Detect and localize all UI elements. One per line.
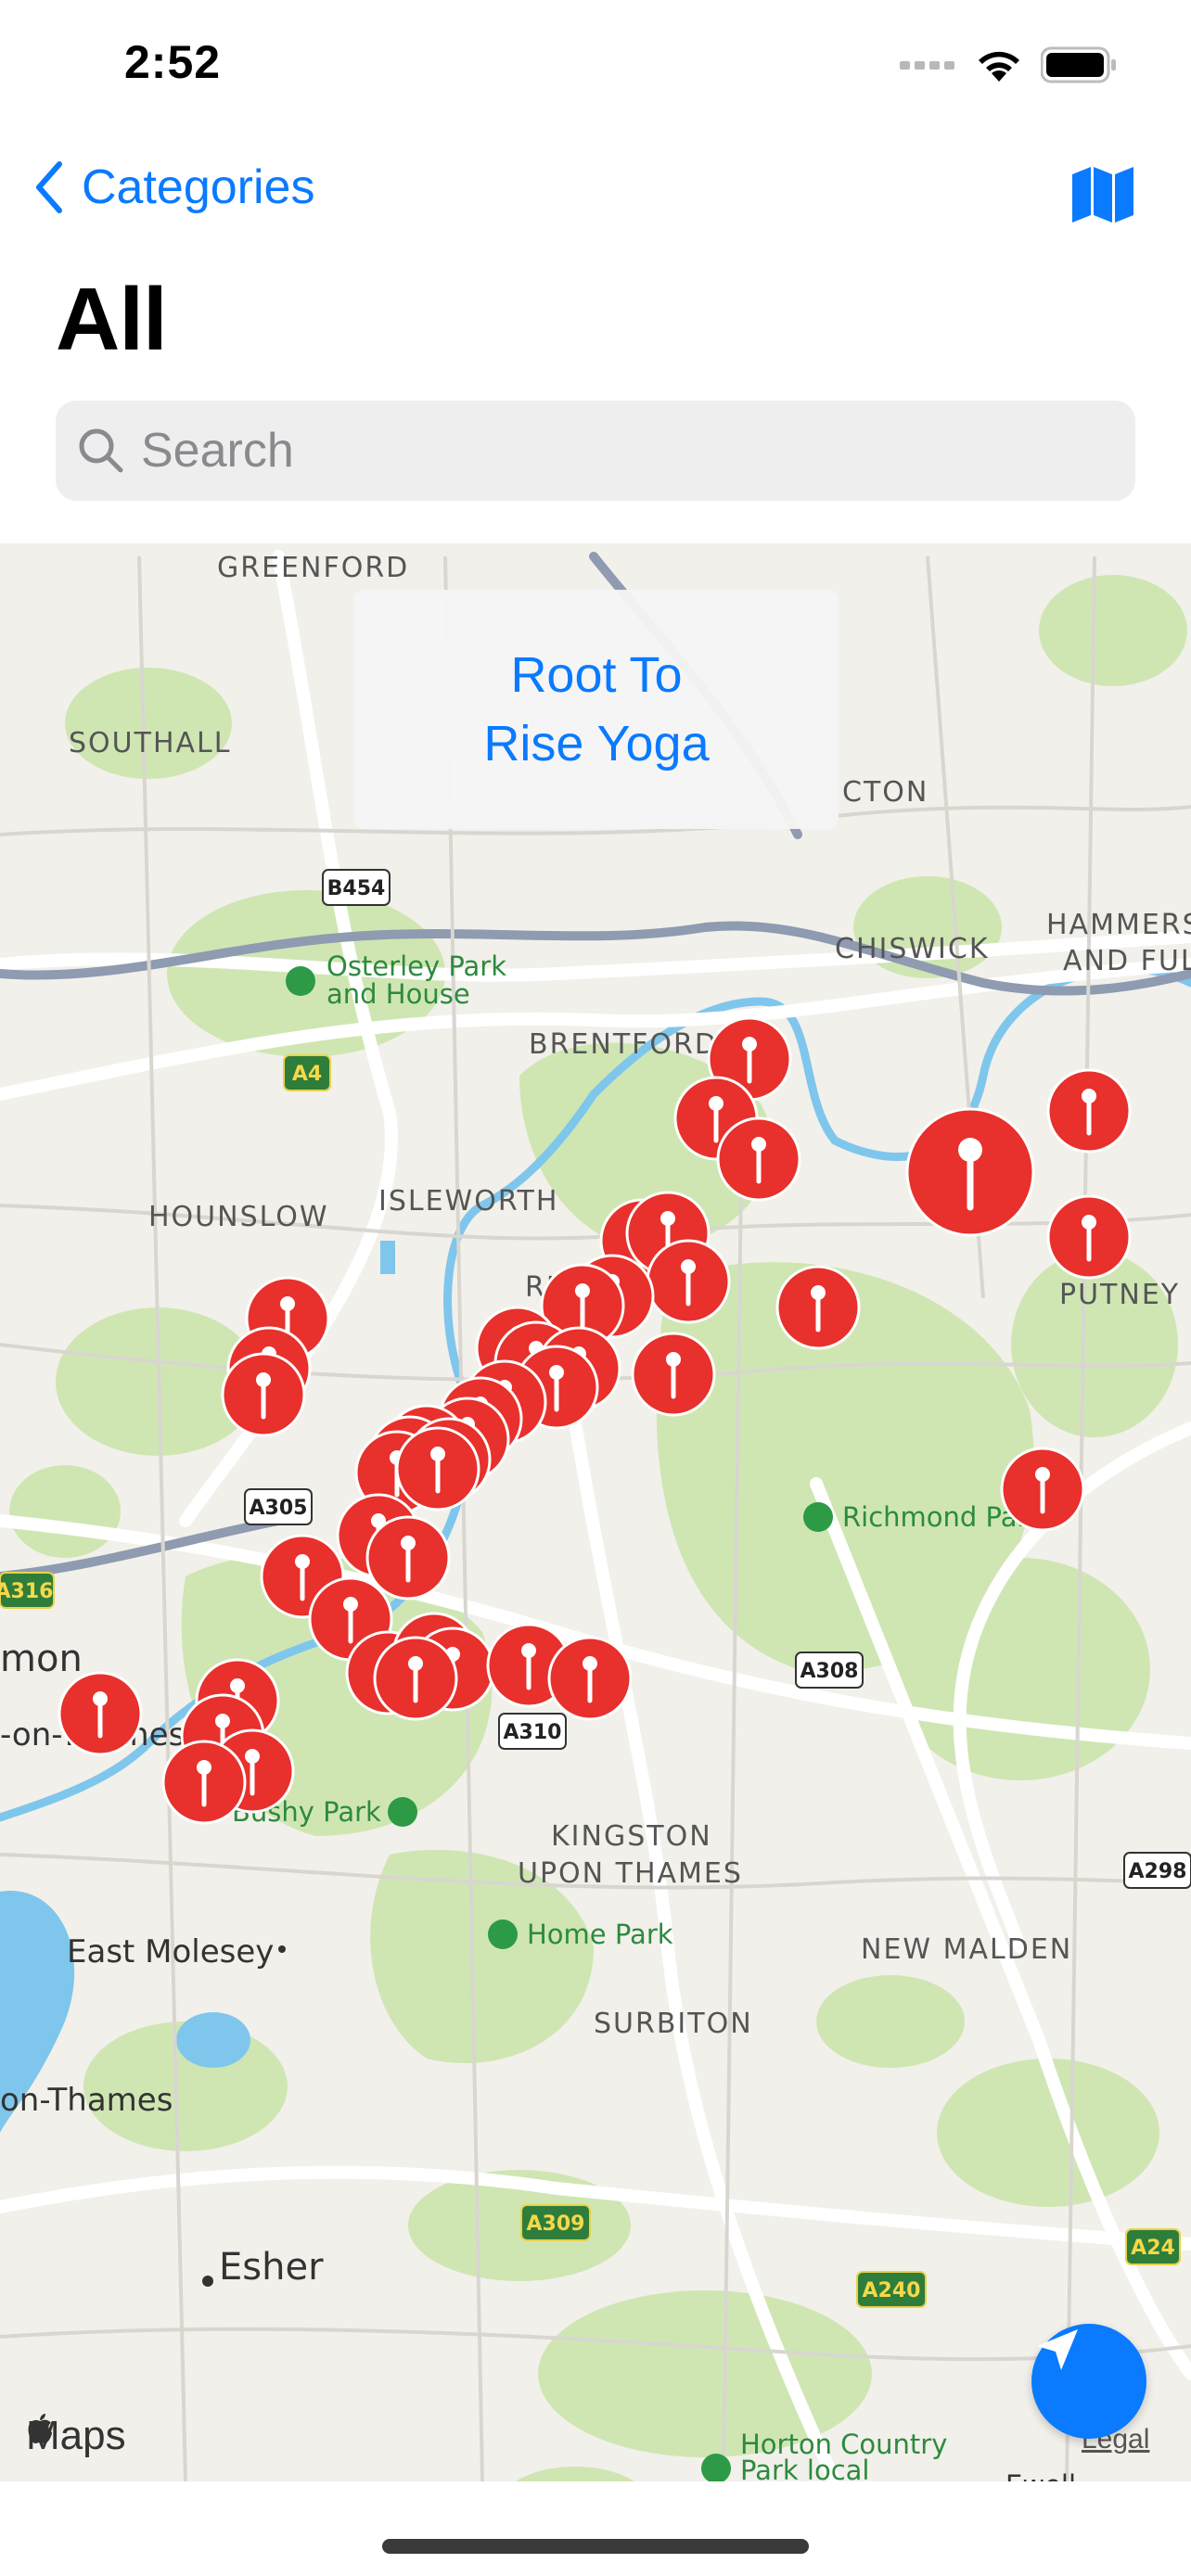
location-pin[interactable] xyxy=(775,1265,861,1350)
chevron-left-icon xyxy=(36,161,62,213)
callout-title-line2: Rise Yoga xyxy=(483,716,710,772)
map-label: and House xyxy=(327,978,470,1010)
callout-title-line1: Root To xyxy=(510,647,683,703)
battery-icon xyxy=(1041,46,1116,83)
map-label: PUTNEY xyxy=(1059,1279,1180,1311)
road-label: A4 xyxy=(292,1063,322,1086)
map-label: GREENFORD xyxy=(217,552,409,584)
map-label: KINGSTON xyxy=(551,1820,712,1853)
map-label: Home Park xyxy=(527,1919,673,1950)
map-label: mon xyxy=(0,1638,83,1680)
current-location-button[interactable] xyxy=(1031,2324,1146,2439)
road-label: A316 xyxy=(0,1580,53,1603)
map-icon[interactable] xyxy=(1070,165,1135,224)
map-label: HOUNSLOW xyxy=(148,1201,329,1233)
map-label: CTON xyxy=(842,776,928,809)
map-label: NEW MALDEN xyxy=(861,1933,1072,1966)
location-pin[interactable] xyxy=(365,1515,451,1600)
map-label: Park local xyxy=(740,2455,869,2481)
location-pin[interactable] xyxy=(161,1740,247,1825)
location-pin[interactable] xyxy=(221,1352,306,1437)
map-label: UPON THAMES xyxy=(518,1857,743,1890)
location-pin[interactable] xyxy=(547,1636,633,1721)
location-pin[interactable] xyxy=(631,1332,716,1417)
location-pin[interactable] xyxy=(1000,1447,1085,1532)
location-pin[interactable] xyxy=(1046,1068,1132,1154)
status-time: 2:52 xyxy=(124,36,222,88)
apple-logo-icon xyxy=(28,2414,52,2443)
navigation-bar: Categories xyxy=(0,148,1191,241)
apple-maps-attribution: Maps xyxy=(26,2413,126,2459)
map-label: SOUTHALL xyxy=(69,727,231,759)
map-label: East Molesey xyxy=(67,1933,274,1970)
location-pin[interactable] xyxy=(646,1239,731,1324)
map-label: HAMMERS xyxy=(1046,909,1191,941)
map-label: CHISWICK xyxy=(835,933,990,965)
road-label: A305 xyxy=(250,1497,308,1520)
road-label: B454 xyxy=(327,877,386,900)
map-canvas: GREENFORD SOUTHALL CTON CHISWICK HAMMERS… xyxy=(0,543,1191,2481)
search-input[interactable] xyxy=(141,423,1069,478)
location-pin[interactable] xyxy=(373,1636,458,1721)
map-view[interactable]: GREENFORD SOUTHALL CTON CHISWICK HAMMERS… xyxy=(0,543,1191,2481)
map-label: Ewell xyxy=(1005,2469,1076,2481)
map-label: AND FUL xyxy=(1063,945,1191,977)
search-bar[interactable] xyxy=(56,401,1135,501)
map-label: ISLEWORTH xyxy=(378,1185,558,1218)
wifi-icon xyxy=(979,51,1019,82)
location-pin[interactable] xyxy=(58,1671,143,1756)
selected-location-pin[interactable] xyxy=(905,1107,1035,1237)
road-label: A298 xyxy=(1129,1860,1187,1883)
search-icon xyxy=(79,428,123,473)
road-label: A310 xyxy=(504,1721,562,1744)
map-label: BRENTFORD xyxy=(529,1028,718,1061)
status-icons xyxy=(900,46,1117,83)
location-arrow-icon xyxy=(1037,2329,1078,2370)
back-button-label: Categories xyxy=(82,160,315,214)
location-pin[interactable] xyxy=(716,1116,801,1202)
map-label: on-Thames xyxy=(0,2082,173,2119)
page-title: All xyxy=(56,270,168,369)
road-label: A240 xyxy=(863,2279,921,2302)
road-label: A24 xyxy=(1131,2237,1175,2260)
map-label: Esher xyxy=(219,2246,324,2289)
home-indicator xyxy=(382,2539,809,2554)
map-label: Osterley Park xyxy=(327,950,506,982)
road-label: A309 xyxy=(527,2213,585,2236)
back-button[interactable]: Categories xyxy=(33,159,314,215)
road-label: A308 xyxy=(800,1660,859,1683)
location-pin[interactable] xyxy=(1046,1194,1132,1280)
selected-place-callout[interactable]: Root To Rise Yoga xyxy=(354,590,839,829)
signal-icon xyxy=(900,61,954,70)
location-pin[interactable] xyxy=(395,1426,480,1511)
map-label: SURBITON xyxy=(594,2008,753,2040)
status-bar: 2:52 xyxy=(0,0,1191,130)
